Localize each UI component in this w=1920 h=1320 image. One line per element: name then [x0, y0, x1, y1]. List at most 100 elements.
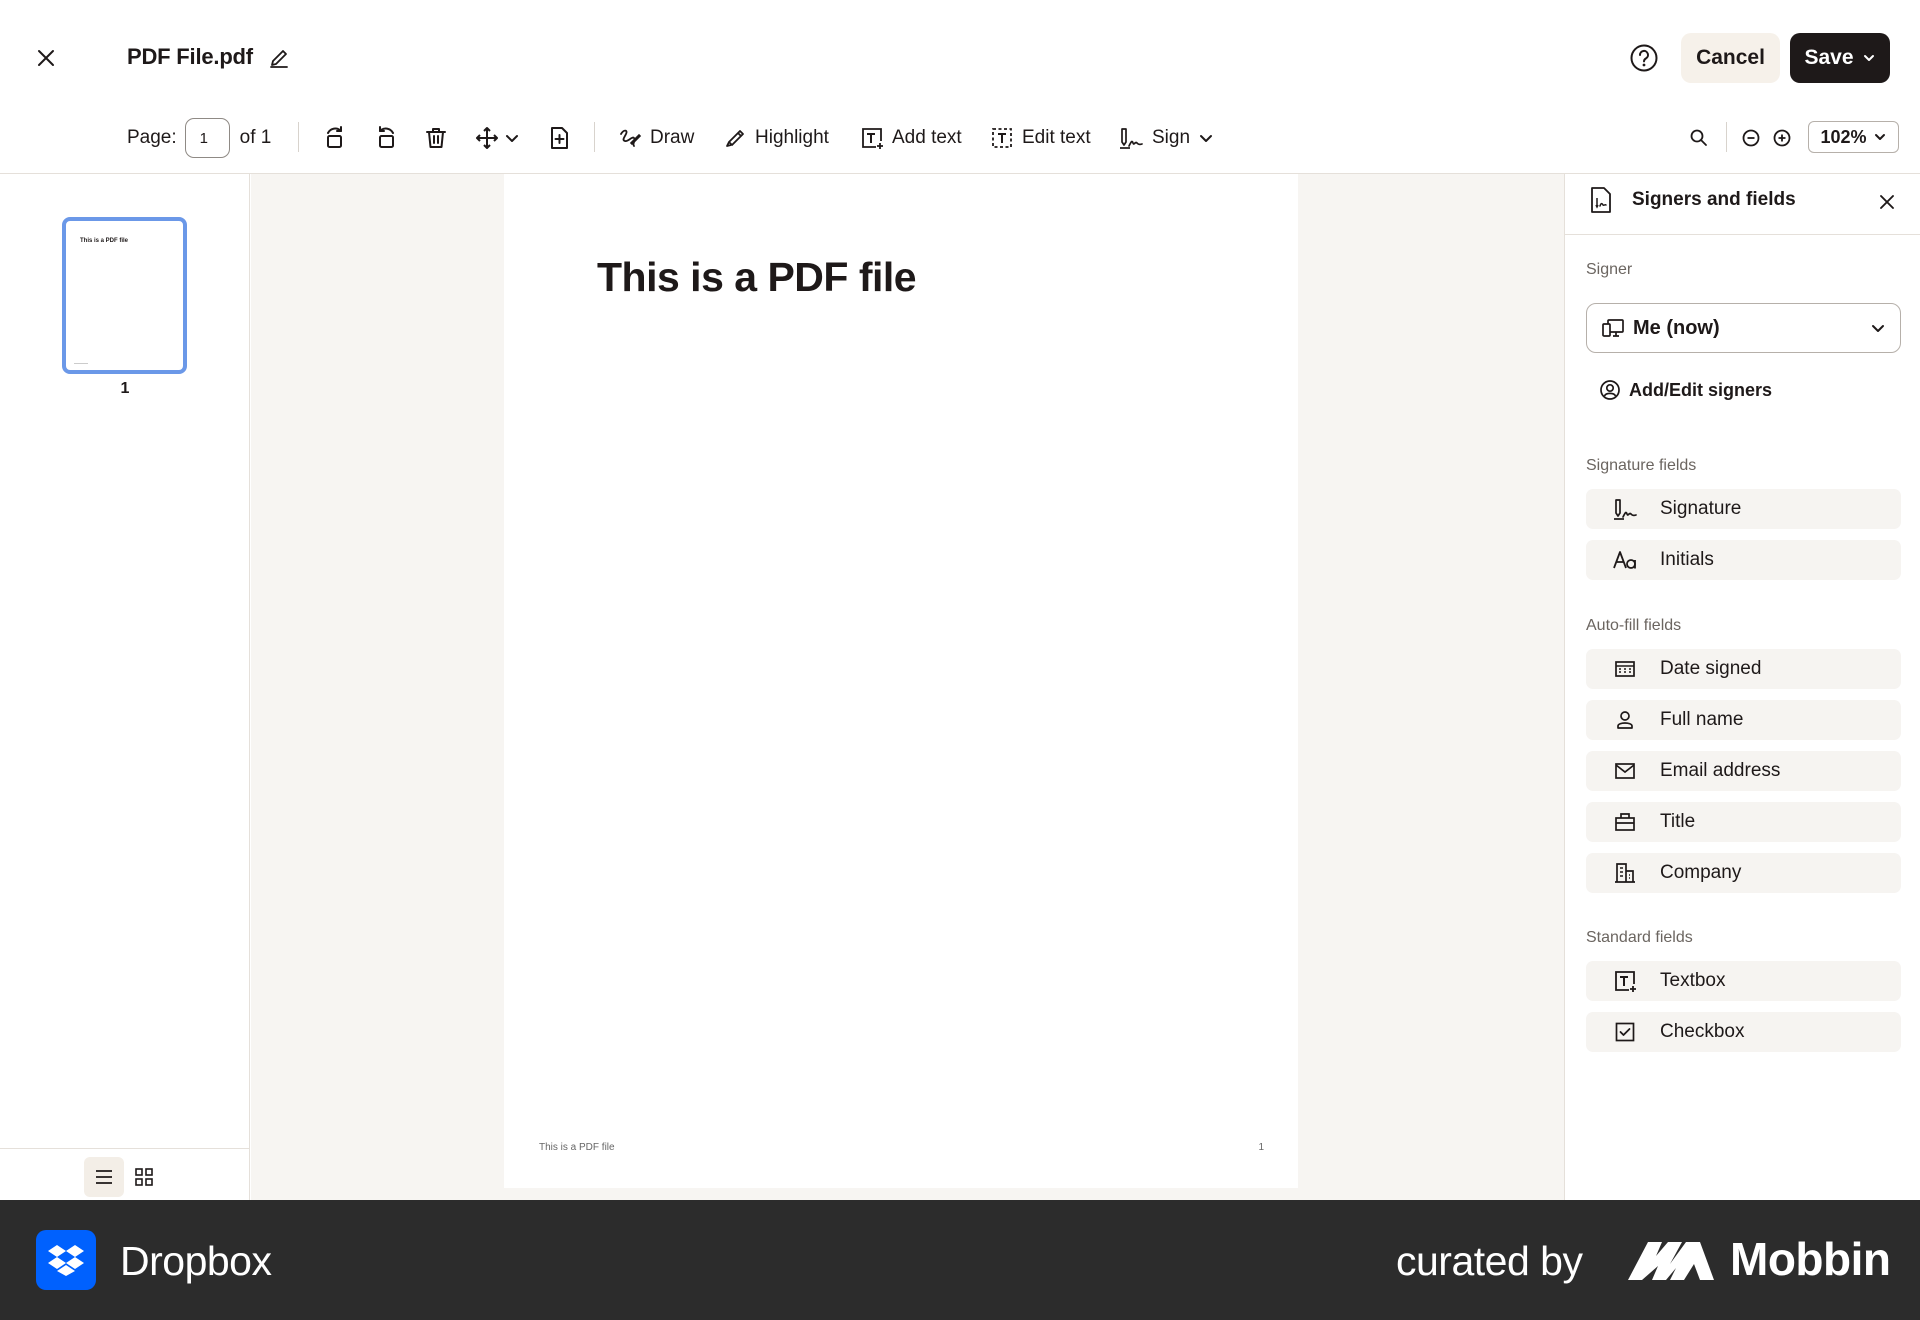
- insert-page-button[interactable]: [546, 116, 572, 160]
- field-label: Initials: [1660, 549, 1714, 570]
- mobbin-wordmark: Mobbin: [1730, 1233, 1891, 1285]
- pdf-page[interactable]: This is a PDF file This is a PDF file 1: [504, 174, 1298, 1188]
- thumbnail-page-number: 1: [120, 380, 130, 397]
- field-checkbox[interactable]: Checkbox: [1586, 1012, 1901, 1052]
- field-textbox[interactable]: Textbox: [1586, 961, 1901, 1001]
- rename-file-button[interactable]: [266, 44, 292, 72]
- save-button-label: Save: [1804, 46, 1854, 69]
- signer-section-label: Signer: [1586, 261, 1633, 278]
- signature-pen-icon: [1120, 128, 1143, 149]
- draw-tool-button[interactable]: Draw: [618, 116, 694, 160]
- standard-fields-label: Standard fields: [1586, 929, 1693, 946]
- calendar-icon: [1615, 661, 1635, 677]
- add-edit-signers-button[interactable]: Add/Edit signers: [1599, 379, 1772, 401]
- signer-device-icon: [1602, 319, 1624, 337]
- field-label: Textbox: [1660, 970, 1726, 991]
- toolbar-divider: [1726, 122, 1727, 152]
- list-icon: [96, 1170, 112, 1184]
- field-label: Full name: [1660, 709, 1744, 730]
- add-text-icon: [862, 128, 883, 149]
- field-initials[interactable]: Initials: [1586, 540, 1901, 580]
- close-panel-button[interactable]: [1873, 188, 1901, 216]
- page-count: of 1: [239, 127, 272, 148]
- view-toggle-bar: [0, 1148, 250, 1200]
- curated-by-text: curated by: [1396, 1238, 1583, 1284]
- field-label: Company: [1660, 862, 1742, 883]
- highlight-tool-button[interactable]: Highlight: [723, 116, 829, 160]
- grid-view-button[interactable]: [124, 1157, 164, 1197]
- zoom-in-icon: [1773, 129, 1791, 147]
- cancel-button[interactable]: Cancel: [1681, 33, 1780, 83]
- chevron-down-icon: [1863, 55, 1874, 61]
- draw-icon: [620, 129, 642, 147]
- dropbox-icon: [48, 1245, 84, 1276]
- field-label: Checkbox: [1660, 1021, 1745, 1042]
- draw-label: Draw: [650, 127, 695, 148]
- dropbox-wordmark: Dropbox: [120, 1238, 272, 1284]
- field-date-signed[interactable]: Date signed: [1586, 649, 1901, 689]
- zoom-in-button[interactable]: [1772, 116, 1792, 160]
- mobbin-logo-icon: [1628, 1242, 1714, 1280]
- signers-fields-panel: Signers and fields Signer Me (now) Add/E…: [1564, 174, 1920, 1200]
- page-number-input[interactable]: 1: [184, 118, 230, 158]
- field-company[interactable]: Company: [1586, 853, 1901, 893]
- dropbox-logo: [36, 1230, 96, 1290]
- signature-fields-label: Signature fields: [1586, 457, 1697, 474]
- search-button[interactable]: [1689, 116, 1709, 160]
- rotate-left-button[interactable]: [322, 116, 348, 160]
- sign-label: Sign: [1152, 127, 1191, 148]
- move-page-button[interactable]: [474, 116, 520, 160]
- initials-icon: [1613, 551, 1636, 569]
- panel-header: Signers and fields: [1565, 174, 1920, 235]
- person-circle-icon: [1600, 380, 1620, 400]
- list-view-button[interactable]: [84, 1157, 124, 1197]
- attribution-banner: Dropbox curated by Mobbin: [0, 1200, 1920, 1320]
- zoom-out-button[interactable]: [1741, 116, 1761, 160]
- field-full-name[interactable]: Full name: [1586, 700, 1901, 740]
- close-icon: [38, 50, 54, 66]
- field-label: Email address: [1660, 760, 1781, 781]
- zoom-out-icon: [1742, 129, 1760, 147]
- chevron-down-icon: [506, 135, 518, 142]
- chevron-down-icon: [1200, 135, 1213, 142]
- save-button[interactable]: Save: [1790, 33, 1890, 83]
- briefcase-icon: [1615, 813, 1635, 831]
- textbox-icon: [1615, 971, 1636, 992]
- document-footer-text: This is a PDF file: [539, 1142, 615, 1153]
- field-signature[interactable]: Signature: [1586, 489, 1901, 529]
- grid-icon: [135, 1168, 153, 1186]
- signer-select[interactable]: Me (now): [1586, 303, 1901, 353]
- edit-text-tool-button[interactable]: Edit text: [990, 116, 1091, 160]
- rotate-right-button[interactable]: [373, 116, 399, 160]
- move-icon: [476, 127, 498, 149]
- delete-page-button[interactable]: [423, 116, 449, 160]
- edit-text-label: Edit text: [1022, 127, 1091, 148]
- zoom-level-value: 102%: [1820, 126, 1867, 147]
- search-icon: [1690, 129, 1707, 146]
- top-header: PDF File.pdf Cancel Save: [0, 0, 1920, 116]
- trash-icon: [426, 128, 446, 148]
- page-navigator: Page: 1 of 1: [127, 116, 271, 160]
- add-text-label: Add text: [892, 127, 962, 148]
- document-sign-icon: [1591, 187, 1611, 213]
- help-button[interactable]: [1626, 40, 1662, 76]
- page-label: Page:: [127, 127, 177, 148]
- close-editor-button[interactable]: [28, 40, 64, 76]
- document-canvas[interactable]: This is a PDF file This is a PDF file 1: [251, 174, 1564, 1200]
- field-label: Date signed: [1660, 658, 1762, 679]
- toolbar-divider: [298, 122, 299, 152]
- close-icon: [1880, 195, 1894, 209]
- add-page-icon: [551, 127, 568, 149]
- sign-tool-button[interactable]: Sign: [1118, 116, 1214, 160]
- field-title[interactable]: Title: [1586, 802, 1901, 842]
- toolbar-divider: [594, 122, 595, 152]
- editor-toolbar: Page: 1 of 1 Draw Highlight Add text Edi…: [0, 116, 1920, 174]
- document-heading: This is a PDF file: [597, 254, 917, 300]
- zoom-level-select[interactable]: 102%: [1808, 121, 1899, 153]
- add-text-tool-button[interactable]: Add text: [860, 116, 962, 160]
- field-email-address[interactable]: Email address: [1586, 751, 1901, 791]
- document-footer-page-number: 1: [1258, 1142, 1264, 1153]
- page-thumbnail[interactable]: This is a PDF file: [62, 217, 187, 374]
- envelope-icon: [1615, 763, 1635, 779]
- field-label: Signature: [1660, 498, 1742, 519]
